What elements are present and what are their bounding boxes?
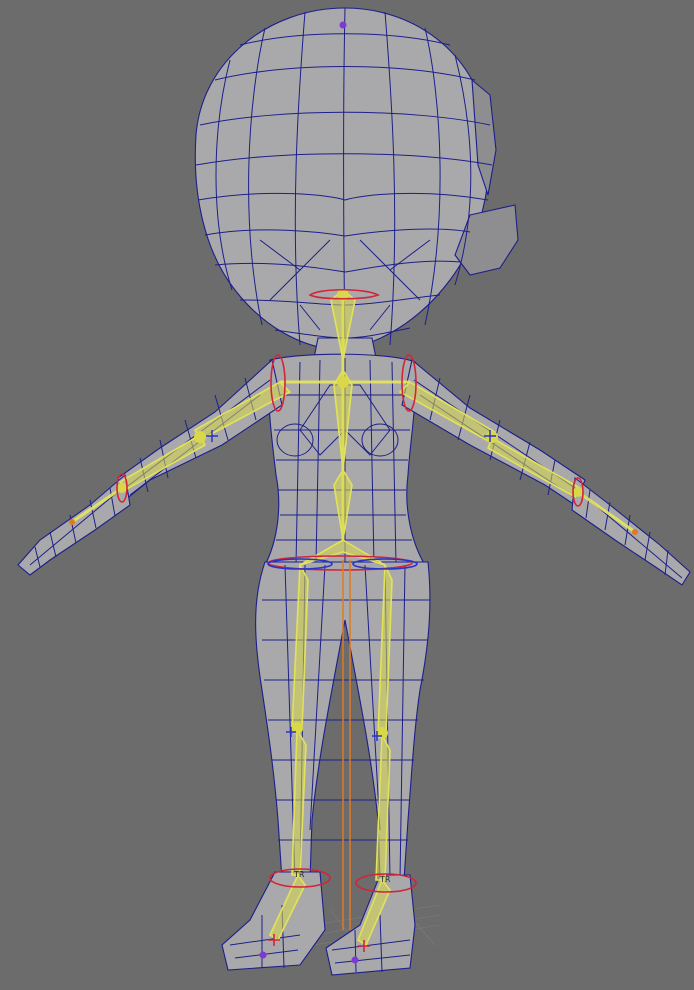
3d-viewport[interactable]: TR TR (0, 0, 694, 990)
legs-mesh[interactable] (221, 561, 431, 976)
character-scene[interactable]: TR TR (0, 0, 694, 990)
locator-icon[interactable] (339, 21, 347, 29)
finger-locator-left[interactable] (69, 519, 75, 525)
ankle-label-right: TR (379, 875, 391, 884)
ankle-label-left: TR (293, 870, 305, 879)
locator-icon[interactable] (259, 951, 267, 959)
finger-locator-right[interactable] (632, 529, 638, 535)
locator-icon[interactable] (351, 956, 359, 964)
